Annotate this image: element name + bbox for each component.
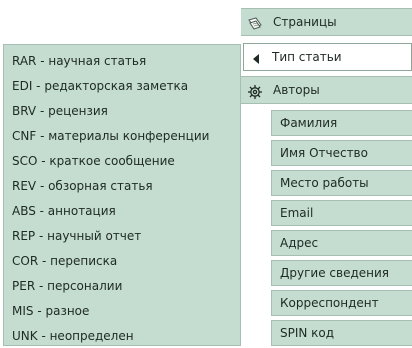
nav-item-pages-label: Страницы xyxy=(273,15,337,29)
nav-item-pages[interactable]: Страницы xyxy=(241,8,412,36)
author-field-given-names[interactable]: Имя Отчество xyxy=(271,140,412,166)
article-type-option-unk[interactable]: UNK - неопределен xyxy=(12,326,134,346)
author-field-other-info[interactable]: Другие сведения xyxy=(271,260,412,286)
article-type-option-sco[interactable]: SCO - краткое сообщение xyxy=(12,151,175,171)
nav-item-authors[interactable]: Авторы xyxy=(241,76,412,104)
triangle-left-icon xyxy=(250,50,266,66)
article-type-option-rev[interactable]: REV - обзорная статья xyxy=(12,176,153,196)
article-type-option-abs[interactable]: ABS - аннотация xyxy=(12,201,116,221)
author-field-correspondent[interactable]: Корреспондент xyxy=(271,290,412,316)
article-type-option-cor[interactable]: COR - переписка xyxy=(12,251,117,271)
nav-item-article-type[interactable]: Тип статьи xyxy=(243,43,412,71)
article-type-dropdown[interactable]: RAR - научная статья EDI - редакторская … xyxy=(3,44,241,346)
author-field-workplace[interactable]: Место работы xyxy=(271,170,412,196)
nav-item-article-type-label: Тип статьи xyxy=(272,50,342,64)
right-navigation: Страницы Тип статьи Авторы Фамилия Имя О… xyxy=(241,0,412,348)
author-field-surname[interactable]: Фамилия xyxy=(271,110,412,136)
author-field-address[interactable]: Адрес xyxy=(271,230,412,256)
author-field-email[interactable]: Email xyxy=(271,200,412,226)
article-type-option-rep[interactable]: REP - научный отчет xyxy=(12,226,141,246)
nav-indent-gutter xyxy=(241,104,271,348)
article-type-option-mis[interactable]: MIS - разное xyxy=(12,301,89,321)
article-type-option-rar[interactable]: RAR - научная статья xyxy=(12,51,146,71)
article-type-option-cnf[interactable]: CNF - материалы конференции xyxy=(12,126,209,146)
gear-icon xyxy=(247,83,263,99)
article-type-option-brv[interactable]: BRV - рецензия xyxy=(12,101,108,121)
pages-icon xyxy=(247,15,263,31)
nav-item-authors-label: Авторы xyxy=(273,83,320,97)
article-type-option-edi[interactable]: EDI - редакторская заметка xyxy=(12,76,188,96)
author-field-spin-code[interactable]: SPIN код xyxy=(271,320,412,346)
article-type-option-per[interactable]: PER - персоналии xyxy=(12,276,122,296)
